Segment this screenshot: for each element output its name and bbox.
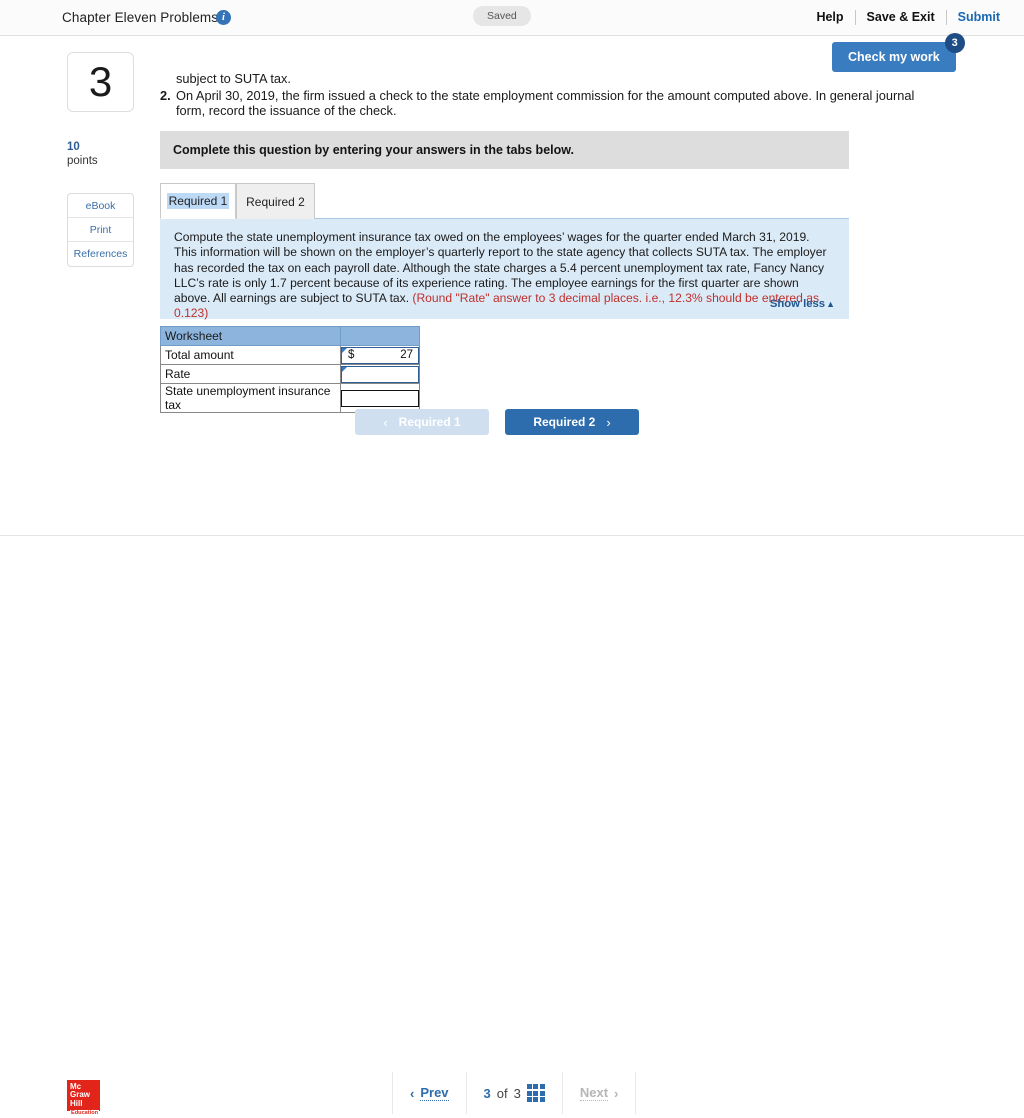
check-my-work-wrapper: Check my work 3 xyxy=(832,33,965,72)
worksheet-table: Worksheet Total amount $ 27 Rate State u… xyxy=(160,326,420,413)
assignment-title: Chapter Eleven Problems xyxy=(62,10,219,25)
next-requirement-label: Required 2 xyxy=(533,415,596,429)
show-less-link[interactable]: Show less▲ xyxy=(770,298,835,310)
worksheet-header-value xyxy=(340,326,420,346)
question-number-box: 3 xyxy=(67,52,134,112)
suta-result-output xyxy=(341,389,419,407)
page-total: 3 xyxy=(513,1085,521,1101)
requirement-tabs: Required 1 Required 2 xyxy=(160,183,849,219)
row-input-rate-cell[interactable] xyxy=(340,364,420,384)
caret-up-icon: ▲ xyxy=(826,299,835,309)
print-button[interactable]: Print xyxy=(68,218,133,242)
logo-line-3: Hill xyxy=(70,1098,83,1108)
chevron-left-icon: ‹ xyxy=(410,1085,415,1101)
table-row: Total amount $ 27 xyxy=(160,345,420,365)
tab-required-2[interactable]: Required 2 xyxy=(236,183,315,219)
row-label-state-unemployment-insurance-tax: State unemployment insurance tax xyxy=(160,383,341,413)
tab-required-1[interactable]: Required 1 xyxy=(160,183,236,219)
footer-prev-button[interactable]: ‹ Prev xyxy=(393,1085,466,1101)
points-value: 10 xyxy=(67,141,80,153)
pager-divider-4 xyxy=(635,1072,637,1114)
question-prompt-panel: Compute the state unemployment insurance… xyxy=(160,219,849,322)
footer-next-button[interactable]: Next › xyxy=(563,1085,636,1101)
mcgraw-hill-logo: Mc Graw Hill Education xyxy=(67,1080,100,1117)
tab-required-2-label: Required 2 xyxy=(246,194,305,209)
logo-line-4: Education xyxy=(70,1110,100,1117)
submit-link[interactable]: Submit xyxy=(947,8,1000,26)
footer-next-label: Next xyxy=(579,1085,609,1101)
row-label-rate: Rate xyxy=(160,364,341,384)
footer-bar: Mc Graw Hill Education ‹ Prev 3 of 3 Nex… xyxy=(0,535,1024,1117)
references-button[interactable]: References xyxy=(68,242,133,266)
chevron-right-icon: › xyxy=(614,1085,619,1101)
check-my-work-badge: 3 xyxy=(944,33,965,53)
rate-input[interactable] xyxy=(341,365,419,383)
worksheet-header-label: Worksheet xyxy=(160,326,341,346)
row-label-total-amount: Total amount xyxy=(160,345,341,365)
row-input-total-amount-cell[interactable]: $ 27 xyxy=(340,345,420,365)
chevron-left-icon: ‹ xyxy=(383,414,388,430)
previous-requirement-button[interactable]: ‹ Required 1 xyxy=(355,409,489,435)
tab-required-1-label: Required 1 xyxy=(166,193,230,209)
table-row: Rate xyxy=(160,364,420,384)
save-and-exit-link[interactable]: Save & Exit xyxy=(856,8,946,26)
next-requirement-button[interactable]: Required 2 › xyxy=(505,409,639,435)
resource-button-group: eBook Print References xyxy=(67,193,134,267)
grid-icon[interactable] xyxy=(526,1084,545,1102)
header-links: Help Save & Exit Submit xyxy=(805,8,1000,26)
total-amount-input[interactable]: $ 27 xyxy=(341,346,419,364)
footer-prev-label: Prev xyxy=(420,1085,449,1101)
logo-line-2: Graw xyxy=(70,1090,91,1100)
page-indicator: 3 of 3 xyxy=(467,1084,562,1102)
chevron-right-icon: › xyxy=(606,414,611,430)
stem-item-2-text: On April 30, 2019, the firm issued a che… xyxy=(176,87,915,119)
stem-line-1: subject to SUTA tax. xyxy=(176,71,291,86)
points-label: points xyxy=(67,155,98,167)
cell-marker-icon xyxy=(342,347,347,353)
prompt-paragraph: Compute the state unemployment insurance… xyxy=(174,230,835,322)
total-amount-value: 27 xyxy=(400,349,413,361)
currency-symbol: $ xyxy=(348,349,355,361)
worksheet-header-row: Worksheet xyxy=(160,326,420,346)
info-icon[interactable]: i xyxy=(216,10,231,25)
instruction-text: Complete this question by entering your … xyxy=(173,143,574,157)
show-less-label: Show less xyxy=(769,298,826,310)
logo-line-1: Mc xyxy=(70,1082,82,1091)
stem-item-2-bullet: 2. xyxy=(160,87,171,103)
pagination-controls: ‹ Prev 3 of 3 Next › xyxy=(392,1072,637,1114)
instruction-band: Complete this question by entering your … xyxy=(160,131,849,169)
check-my-work-button[interactable]: Check my work xyxy=(832,42,956,72)
previous-requirement-label: Required 1 xyxy=(398,415,461,429)
ebook-button[interactable]: eBook xyxy=(68,194,133,218)
cell-marker-icon xyxy=(342,366,347,372)
top-header-bar: Chapter Eleven Problems i Saved Help Sav… xyxy=(0,0,1024,36)
help-link[interactable]: Help xyxy=(805,8,854,26)
saved-status-badge: Saved xyxy=(473,6,531,26)
stem-item-2: 2. On April 30, 2019, the firm issued a … xyxy=(160,88,930,119)
page-of-label: of xyxy=(496,1085,508,1101)
page-current: 3 xyxy=(483,1085,491,1101)
question-stem: subject to SUTA tax. 2. On April 30, 201… xyxy=(160,71,930,119)
